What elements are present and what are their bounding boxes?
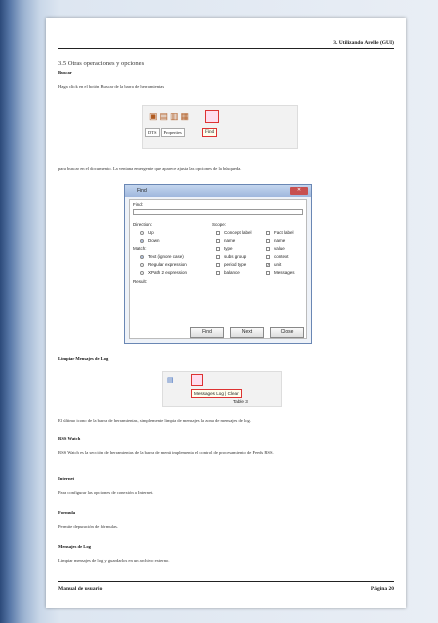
match-text-label: Text (ignore case) [148, 254, 184, 259]
rss-heading: RSS Watch [58, 436, 81, 441]
find-label: Find: [133, 202, 144, 207]
scope-type: type [216, 246, 233, 251]
find-input [133, 209, 303, 215]
limpiar-heading: Limpiar Mensajes de Log [58, 356, 109, 361]
buscar-after-text: para buscar en el documento. La ventana … [58, 166, 242, 171]
check-icon: ✓ [266, 262, 270, 267]
find-dialog-title: Find [137, 188, 147, 194]
direction-up-label: Up [148, 230, 154, 235]
radio-up [140, 230, 144, 235]
match-xpath: XPath 2 expression [140, 270, 187, 275]
internet-heading: Internet [58, 476, 75, 481]
clear-log-icon [191, 374, 203, 386]
result-label: Result: [133, 279, 148, 284]
internet-text: Para configurar las opciones de conexión… [58, 490, 154, 495]
formula-heading: Formula [58, 510, 76, 515]
match-regex: Regular expression [140, 262, 187, 267]
tab-properties: Properties [160, 128, 185, 137]
radio-text [140, 254, 144, 259]
radio-regex [140, 262, 144, 267]
direction-label: Direction: [133, 222, 153, 227]
page-header: 3. Utilizando Arelle (GUI) [58, 40, 394, 49]
table-label: Table 3 [233, 399, 248, 404]
radio-down [140, 238, 144, 243]
messages-log-tooltip: Messages Log | Clear [191, 389, 242, 398]
page-footer: Manual de usuario Página 20 [58, 581, 394, 592]
match-xpath-label: XPath 2 expression [148, 270, 188, 275]
log-toolbar-screenshot: ▤ Messages Log | Clear Table 3 [162, 371, 282, 407]
scope-messages: Messages [266, 270, 295, 275]
radio-xpath [140, 270, 144, 275]
footer-left: Manual de usuario [58, 586, 103, 592]
direction-down: Down [140, 238, 160, 243]
direction-down-label: Down [148, 238, 160, 243]
limpiar-text: El último icono de la barra de herramien… [58, 418, 252, 423]
scope-name: name [216, 238, 235, 243]
rss-text: RSS Watch es la sección de herramientas … [58, 450, 274, 455]
buscar-heading: Buscar [58, 70, 72, 75]
find-dialog-titlebar: Find ✕ [125, 185, 311, 197]
scope-context: context [266, 254, 289, 259]
find-dialog: Find ✕ Find: Direction: Up Down Match: T… [124, 184, 312, 344]
toolbar-tabs: DTS Properties [145, 128, 186, 137]
section-title: 3.5 Otras operaciones y opciones [58, 60, 145, 67]
buscar-text: Haga click en el botón Buscar de la barr… [58, 84, 165, 89]
find-dialog-body: Find: Direction: Up Down Match: Text (ig… [129, 199, 307, 339]
scope-balance: balance [216, 270, 240, 275]
find-tooltip: Find [202, 128, 218, 137]
scope-concept-label: Concept label [216, 230, 252, 235]
scope-unit: ✓ unit [266, 262, 282, 267]
scope-fact-name: name [266, 238, 285, 243]
find-toolbar-icon [205, 110, 219, 123]
scope-period-type: period type [216, 262, 246, 267]
formula-text: Permite depuración de fórmulas. [58, 524, 118, 529]
direction-up: Up [140, 230, 154, 235]
close-button: Close [270, 327, 304, 338]
page-number: Página 20 [370, 586, 394, 592]
find-button: Find [190, 327, 224, 338]
scope-label: Scope: [212, 222, 227, 227]
toolbar-screenshot: ▣▤▥▦ DTS Properties Find [142, 105, 298, 149]
scope-fact-label: Fact label [266, 230, 294, 235]
mensajes-heading: Mensajes de Log [58, 544, 91, 549]
scope-subs-group: subs group [216, 254, 246, 259]
match-text: Text (ignore case) [140, 254, 184, 259]
next-button: Next [230, 327, 264, 338]
toolbar-icons: ▣▤▥▦ [149, 111, 192, 121]
mensajes-text: Limpiar mensajes de log y guardarlos en … [58, 558, 170, 563]
close-icon: ✕ [290, 187, 308, 195]
document-page: 3. Utilizando Arelle (GUI) 3.5 Otras ope… [46, 18, 406, 608]
match-label: Match: [133, 246, 147, 251]
tab-dts: DTS [145, 128, 160, 137]
match-regex-label: Regular expression [148, 262, 187, 267]
scope-value: value [266, 246, 285, 251]
toolbar-icons: ▤ [167, 377, 174, 384]
